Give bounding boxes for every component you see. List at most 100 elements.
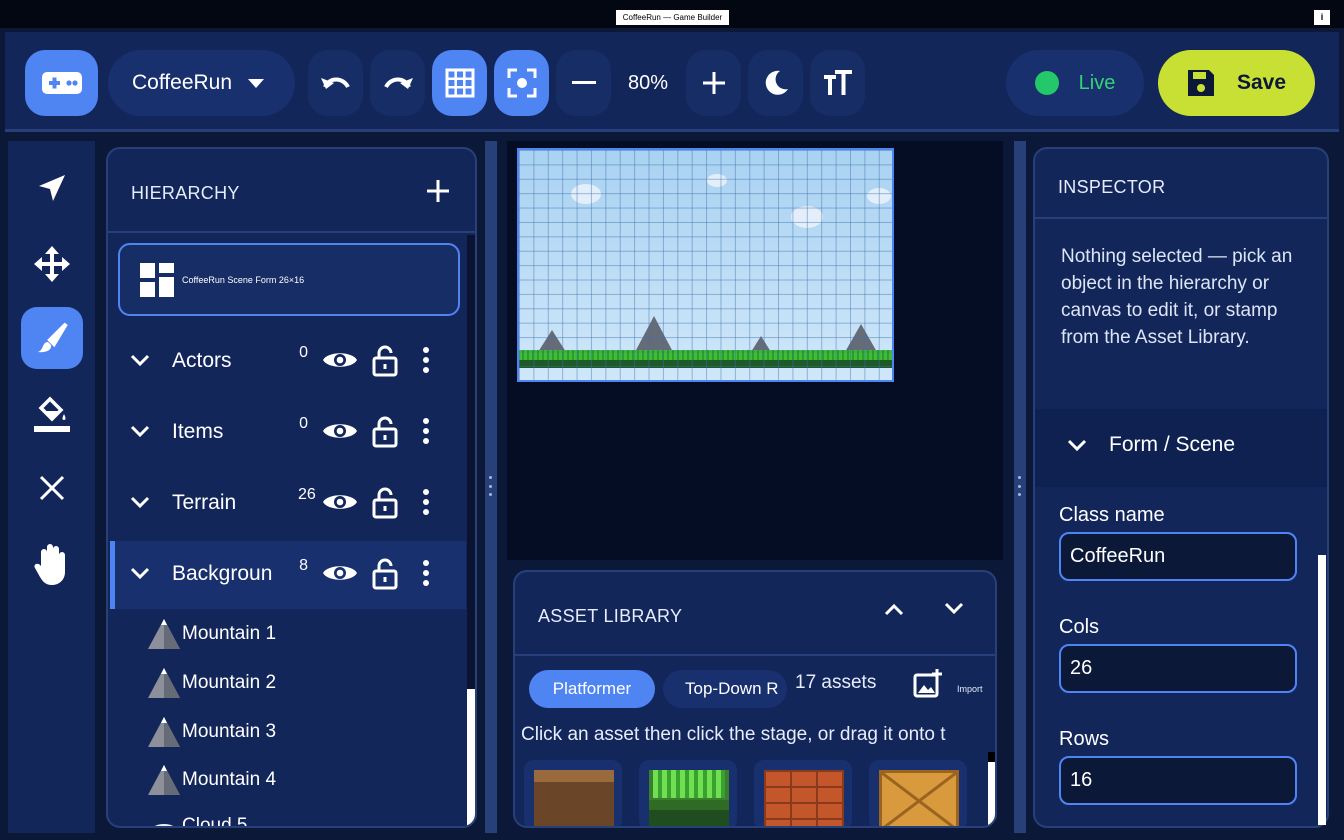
lock-open-icon[interactable] [372,416,398,448]
grid-icon [445,68,474,98]
save-button[interactable]: Save [1158,50,1315,116]
tab-top-down[interactable]: Top-Down R [663,670,787,708]
asset-tile-crate[interactable] [869,760,967,826]
game-stage[interactable] [517,148,894,382]
cols-label: Cols [1059,616,1100,638]
select-arrow-icon [39,175,65,201]
eye-icon[interactable] [322,348,358,372]
lock-open-icon[interactable] [372,558,398,590]
game-menu-button[interactable] [25,50,98,116]
layer-count: 26 [298,486,316,503]
cols-field[interactable] [1059,644,1297,693]
more-vertical-icon[interactable] [422,417,430,445]
move-tool-button[interactable] [21,233,83,295]
asset-tile-brick[interactable] [754,760,852,826]
redo-button[interactable] [370,50,425,116]
brush-tool-button[interactable] [21,307,83,369]
live-label: Live [1078,71,1116,94]
hierarchy-panel: HIERARCHY CoffeeRun Scene Form 26×16 Act… [106,147,477,828]
dirt-tile [534,770,614,826]
redo-icon [383,77,413,89]
inspector-panel: INSPECTOR Nothing selected — pick an obj… [1033,147,1329,828]
more-vertical-icon[interactable] [422,559,430,587]
select-tool-button[interactable] [21,157,83,219]
import-button[interactable]: Import [913,668,983,698]
tab-platformer[interactable]: Platformer [529,670,655,708]
layout-grid-icon [140,263,174,297]
object-name: Cloud 5 [182,815,248,828]
pan-tool-button[interactable] [21,533,83,595]
left-splitter[interactable] [485,141,497,833]
layer-name: Terrain [172,491,237,514]
undo-button[interactable] [308,50,363,116]
inspector-scroll-thumb[interactable] [1318,555,1326,825]
lock-open-icon[interactable] [372,487,398,519]
info-button[interactable]: i [1314,10,1330,25]
floppy-icon [1187,70,1214,96]
focus-icon [507,68,536,98]
object-row[interactable]: Cloud 5 [148,811,248,828]
scene-root-item[interactable]: CoffeeRun Scene Form 26×16 [118,243,460,316]
more-vertical-icon[interactable] [422,488,430,516]
rows-field[interactable] [1059,756,1297,805]
class-name-field[interactable] [1059,532,1297,581]
save-label: Save [1236,71,1287,94]
zoom-out-button[interactable] [556,50,611,116]
object-name: Mountain 3 [182,721,277,742]
eye-icon[interactable] [322,419,358,443]
tool-rail [8,141,95,833]
layer-row-terrain[interactable]: Terrain 26 [110,470,466,538]
object-row[interactable]: Mountain 4 [148,765,276,795]
theme-toggle-button[interactable] [748,50,803,116]
text-size-button[interactable] [810,50,865,116]
form-scene-section-header[interactable]: Form / Scene [1035,409,1327,487]
layer-row-items[interactable]: Items 0 [110,399,466,467]
object-row[interactable]: Mountain 3 [148,717,276,747]
layer-count: 0 [299,415,308,432]
object-row[interactable]: Mountain 1 [148,619,276,649]
mountain-icon [148,765,180,795]
live-toggle[interactable]: Live [1006,50,1144,116]
add-layer-icon[interactable] [423,176,453,206]
add-image-icon [913,669,942,698]
pan-hand-icon [34,544,65,585]
object-row[interactable]: Mountain 2 [148,668,276,698]
section-title: Form / Scene [1109,433,1236,456]
asset-scroll-thumb[interactable] [988,752,995,826]
hierarchy-header: HIERARCHY [108,149,475,233]
more-vertical-icon[interactable] [422,346,430,374]
chevron-down-icon [248,78,265,88]
layer-row-background[interactable]: Backgroun 8 [110,541,466,609]
lock-open-icon[interactable] [372,345,398,377]
zoom-in-icon [702,72,725,94]
erase-tool-button[interactable] [21,457,83,519]
fill-tool-button[interactable] [21,383,83,445]
hierarchy-title: HIERARCHY [131,183,240,203]
object-name: Mountain 2 [182,672,277,693]
layer-name: Actors [172,349,232,372]
layer-name: Items [172,420,224,443]
eye-icon[interactable] [322,490,358,514]
hierarchy-scroll-thumb[interactable] [467,689,475,825]
grid-toggle-button[interactable] [432,50,487,116]
object-name: Mountain 4 [182,769,277,790]
asset-library-title: ASSET LIBRARY [538,606,683,626]
import-label: Import [957,684,983,694]
focus-button[interactable] [494,50,549,116]
eye-icon[interactable] [322,561,358,585]
zoom-level: 80% [627,72,669,94]
erase-x-icon [39,475,65,501]
window-titlebar: CoffeeRun — Game Builder i [0,0,1344,28]
inspector-header: INSPECTOR [1035,149,1327,219]
layer-row-actors[interactable]: Actors 0 [110,328,466,396]
chevron-down-icon[interactable] [943,602,965,616]
cloud-icon [154,824,174,826]
asset-tile-dirt[interactable] [524,760,622,826]
right-splitter[interactable] [1014,141,1026,833]
asset-tile-grass[interactable] [639,760,737,826]
chevron-down-icon [130,567,150,579]
zoom-in-button[interactable] [686,50,741,116]
stage-grid-overlay [519,150,892,380]
project-selector[interactable]: CoffeeRun [108,50,295,116]
chevron-up-icon[interactable] [883,602,905,616]
